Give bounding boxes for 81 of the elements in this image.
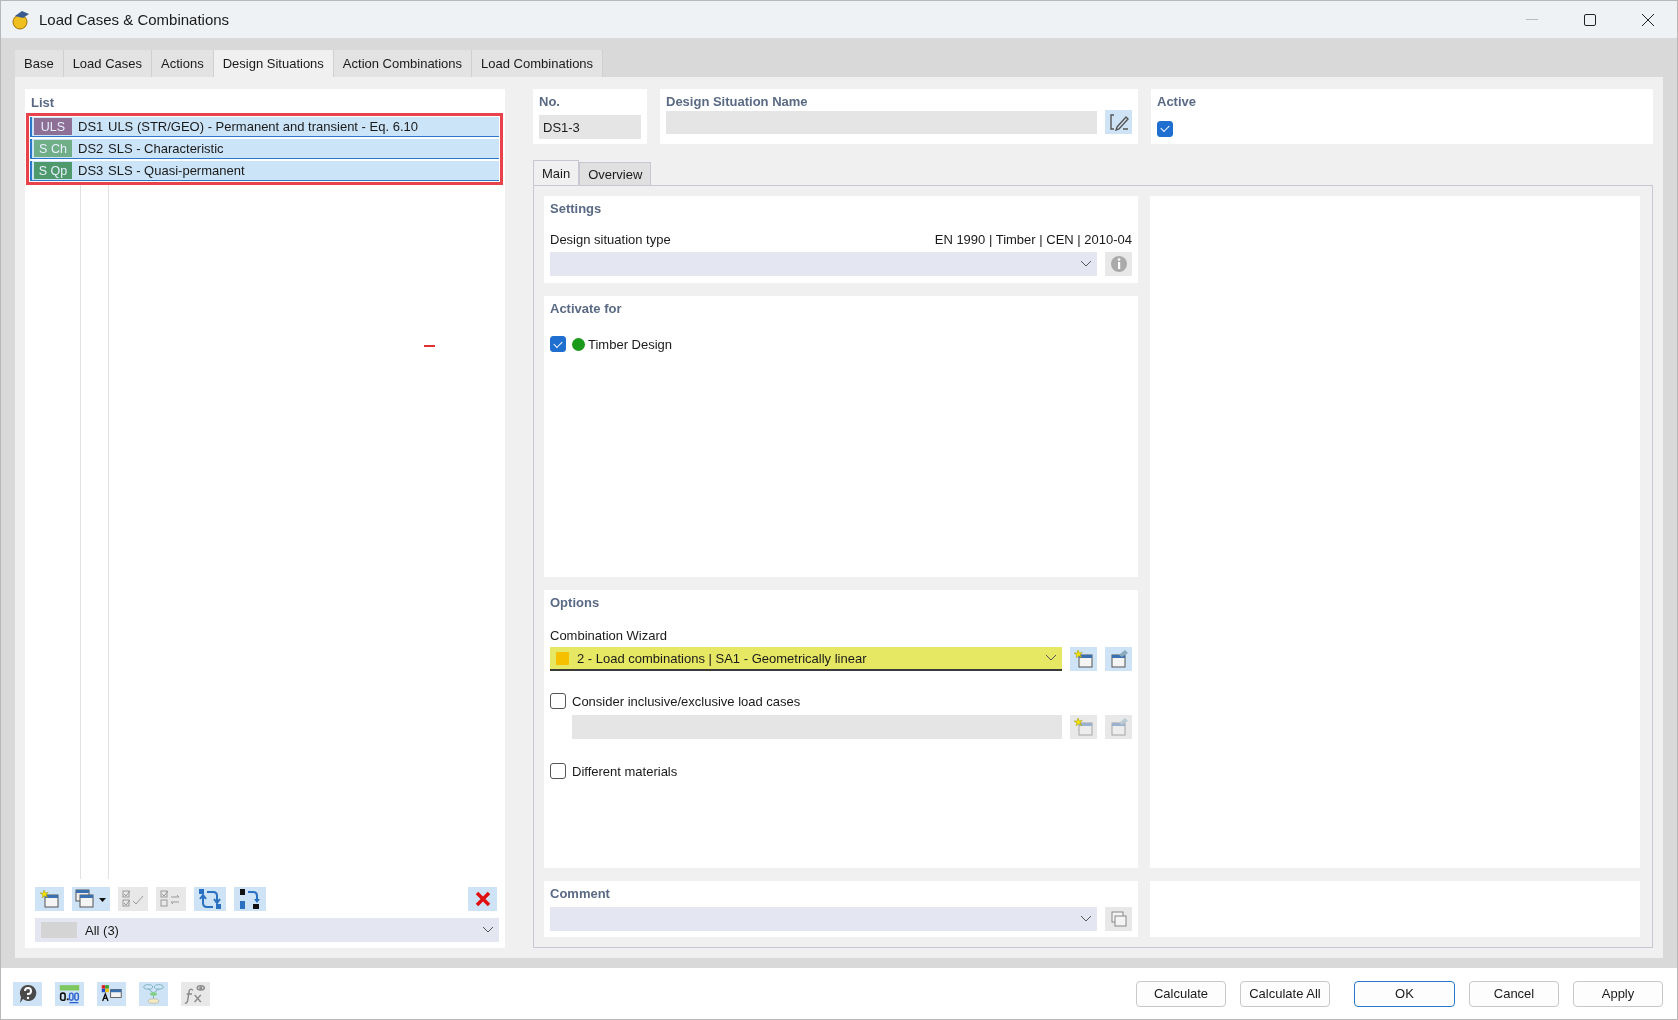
tab[interactable]: Action Combinations [333,50,473,77]
dialog-button[interactable]: Calculate All [1240,980,1330,1007]
row-name: ULS (STR/GEO) - Permanent and transient - Eq. 6.10 [108,119,418,134]
new-wizard-button[interactable] [1070,647,1097,671]
new-button[interactable] [1070,715,1097,739]
section-title: Options [550,595,601,610]
tab[interactable]: Base [15,50,64,77]
new-item-icon [1072,649,1095,669]
list-row[interactable]: S Qp DS3 SLS - Quasi-permanent [30,161,499,181]
section-title: Settings [550,201,603,216]
list-row[interactable]: ULS DS1 ULS (STR/GEO) - Permanent and transient - Eq. 6.10 [30,117,499,137]
dialog-button[interactable]: Calculate [1136,980,1226,1007]
field-label: Active [1157,94,1198,109]
type-tag: ULS [34,118,72,135]
section-title: Activate for [550,301,623,316]
edit-button[interactable] [1105,715,1132,739]
edit-window-icon [1108,649,1129,669]
addon-label: Timber Design [588,336,673,352]
tab[interactable]: Load Combinations [472,50,604,77]
copy-icon [1109,910,1128,928]
close-icon [1642,13,1654,26]
field-label: Design Situation Name [666,94,809,109]
toolbar-button[interactable] [234,887,266,911]
chevron-icon [1081,916,1091,922]
row-number: DS2 [78,141,105,156]
dialog-button[interactable]: OK [1354,980,1455,1007]
footer-tool-button[interactable] [97,981,126,1006]
section-title: Comment [550,886,611,901]
type-tag: S Ch [34,140,72,157]
standard-text: EN 1990 | Timber | CEN | 2010-04 [934,232,1132,247]
checkbox[interactable] [550,693,566,709]
chevron-icon [1046,655,1056,661]
active-checkbox[interactable] [1157,120,1173,137]
type-tag: S Qp [34,162,72,179]
window-title: Load Cases & Combinations [39,11,231,28]
check-all-icon [121,889,145,909]
maximize-icon [1584,13,1596,26]
field-label: Design situation type [550,232,671,247]
renumber-icon [197,888,223,910]
number-field[interactable]: DS1-3 [539,115,641,139]
name-field[interactable] [666,110,1097,134]
edit-name-button[interactable] [1105,110,1132,134]
hierarchy-icon [142,981,165,1006]
list-row[interactable]: S Ch DS2 SLS - Characteristic [30,139,499,159]
edit-window-icon [1108,717,1129,737]
checkbox[interactable] [550,763,566,779]
filter-dropdown[interactable]: All (3) [35,918,499,942]
chevron-icon [483,927,493,933]
tab[interactable]: Load Cases [63,50,153,77]
tab[interactable]: Actions [152,50,214,77]
checkbox-label: Consider inclusive/exclusive load cases [572,693,801,709]
new-item-icon [38,889,61,909]
row-number: DS1 [78,119,105,134]
row-name: SLS - Characteristic [108,141,224,156]
field-label: No. [539,94,561,109]
tab[interactable]: Main [533,160,580,185]
checkbox-label: Different materials [572,763,678,779]
info-button[interactable] [1105,252,1132,276]
sort-icon [237,888,263,910]
minimize-icon [1526,18,1538,21]
chevron-icon [1081,261,1091,267]
new-item-icon [1072,717,1095,737]
app-icon [11,9,31,30]
footer-tool-button[interactable] [13,981,42,1006]
dialog-button[interactable]: Cancel [1469,980,1559,1007]
section-title: List [31,95,56,110]
field-label: Combination Wizard [550,628,669,643]
row-name: SLS - Quasi-permanent [108,163,245,178]
tab[interactable]: Design Situations [213,50,334,77]
load-case-field[interactable] [572,715,1062,739]
row-number: DS3 [78,163,105,178]
wizard-dropdown[interactable]: 2 - Load combinations | SA1 - Geometrically linear [550,647,1062,671]
edit-wizard-button[interactable] [1105,647,1132,671]
delete-icon [473,890,492,908]
info-icon [1109,255,1128,273]
edit-icon [1108,113,1129,131]
copy-icon [75,889,107,909]
footer-tool-button[interactable] [55,981,84,1006]
checkbox[interactable] [550,336,566,352]
dialog-button[interactable]: Apply [1573,980,1663,1007]
tab[interactable]: Overview [579,162,652,185]
